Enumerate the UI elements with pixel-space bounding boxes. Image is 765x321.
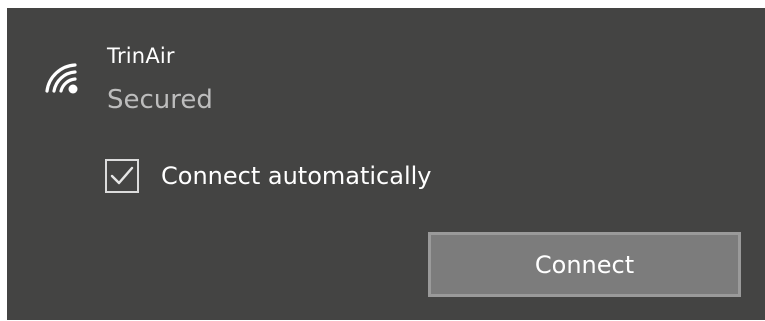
- wifi-icon: [37, 53, 93, 109]
- connect-automatically-checkbox[interactable]: [105, 159, 139, 193]
- connect-automatically-label: Connect automatically: [161, 162, 432, 190]
- checkmark-icon: [110, 166, 134, 185]
- network-name: TrinAir: [107, 44, 175, 68]
- connect-button[interactable]: Connect: [428, 232, 741, 297]
- wifi-network-panel: TrinAir Secured Connect automatically Co…: [7, 8, 765, 320]
- connect-automatically-option[interactable]: Connect automatically: [105, 156, 431, 196]
- network-status: Secured: [107, 85, 213, 115]
